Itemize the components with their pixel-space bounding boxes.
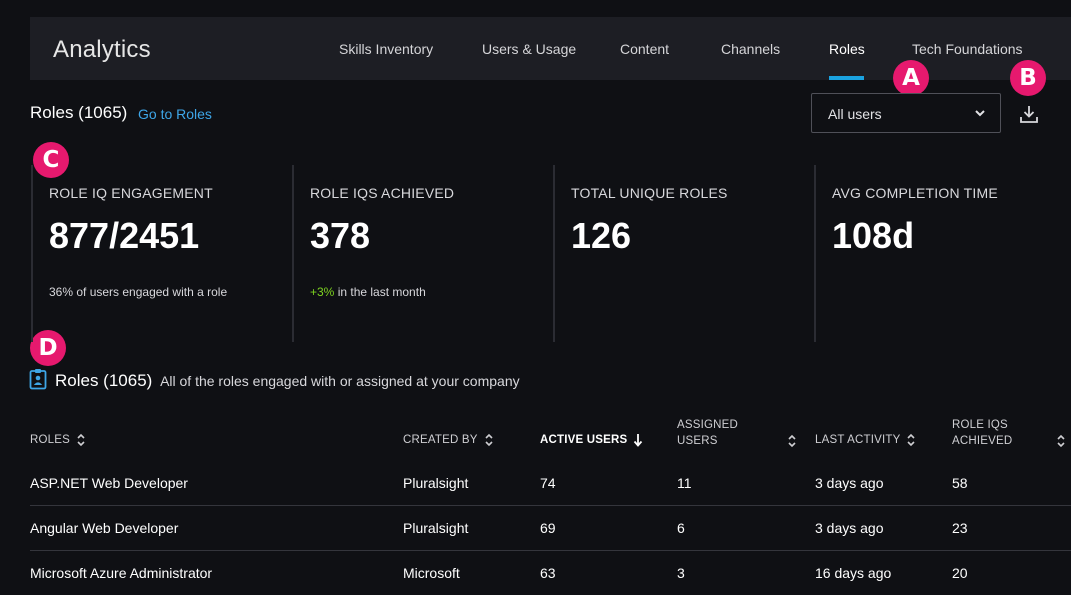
column-header-label: CREATED BY (403, 434, 478, 446)
active-tab-indicator (829, 76, 864, 80)
cell-role-iqs: 23 (952, 520, 968, 536)
stat-label: AVG COMPLETION TIME (832, 185, 998, 201)
stat-subtext-rest: in the last month (334, 285, 426, 299)
column-header-role-iqs-achieved[interactable]: ROLE IQS ACHIEVED (952, 417, 1071, 449)
sort-icon (788, 434, 796, 448)
cell-assigned-users: 11 (677, 475, 692, 491)
user-filter-value: All users (828, 106, 882, 122)
cell-role: Angular Web Developer (30, 520, 179, 536)
stat-value: 126 (571, 215, 632, 256)
column-header-roles[interactable]: ROLES (30, 433, 86, 447)
stat-label: ROLE IQ ENGAGEMENT (49, 185, 213, 201)
cell-last-activity: 3 days ago (815, 520, 884, 536)
cell-active-users: 63 (540, 565, 556, 581)
chevron-down-icon (975, 110, 985, 117)
table-row[interactable]: Angular Web Developer Pluralsight 69 6 3… (30, 506, 1071, 551)
stat-subtext: +3% in the last month (310, 285, 426, 299)
sort-icon (1057, 434, 1065, 448)
stat-role-iqs-achieved: ROLE IQS ACHIEVED 378 +3% in the last mo… (292, 165, 552, 342)
column-header-label: ACHIEVED (952, 435, 1013, 447)
stat-label: TOTAL UNIQUE ROLES (571, 185, 728, 201)
cell-created-by: Microsoft (403, 565, 460, 581)
column-header-label: ROLE IQS (952, 419, 1008, 431)
go-to-roles-link[interactable]: Go to Roles (138, 106, 212, 122)
roles-table-title: Roles (1065) (55, 371, 153, 390)
roles-table-heading: Roles (1065) All of the roles engaged wi… (55, 371, 520, 391)
cell-role-iqs: 20 (952, 565, 968, 581)
column-header-label: ROLES (30, 434, 70, 446)
cell-created-by: Pluralsight (403, 520, 469, 536)
id-badge-icon (29, 369, 47, 390)
cell-active-users: 69 (540, 520, 556, 536)
user-filter-select[interactable]: All users (811, 93, 1001, 133)
stat-value: 378 (310, 215, 371, 256)
table-row[interactable]: Microsoft Azure Administrator Microsoft … (30, 551, 1071, 595)
cell-assigned-users: 3 (677, 565, 685, 581)
column-header-label: LAST ACTIVITY (815, 434, 901, 446)
tab-roles[interactable]: Roles (829, 41, 865, 57)
section-title: Roles (1065) (30, 103, 128, 122)
sort-icon (485, 433, 493, 447)
app-title: Analytics (53, 36, 151, 63)
column-header-label: ACTIVE USERS (540, 434, 628, 446)
stat-value: 877/2451 (49, 215, 200, 256)
tab-channels[interactable]: Channels (721, 41, 780, 57)
callout-badge-b: B (1010, 60, 1046, 96)
tab-tech-foundations[interactable]: Tech Foundations (912, 41, 1023, 57)
cell-assigned-users: 6 (677, 520, 685, 536)
stat-avg-completion-time: AVG COMPLETION TIME 108d (814, 165, 1071, 342)
tab-users-usage[interactable]: Users & Usage (482, 41, 576, 57)
cell-role: ASP.NET Web Developer (30, 475, 188, 491)
tab-skills-inventory[interactable]: Skills Inventory (339, 41, 433, 57)
cell-active-users: 74 (540, 475, 556, 491)
stat-change-positive: +3% (310, 285, 335, 299)
sort-icon (907, 433, 916, 447)
cell-created-by: Pluralsight (403, 475, 469, 491)
column-header-created-by[interactable]: CREATED BY (403, 433, 494, 447)
stat-role-iq-engagement: ROLE IQ ENGAGEMENT 877/2451 36% of users… (31, 165, 291, 342)
cell-role-iqs: 58 (952, 475, 968, 491)
column-header-label: ASSIGNED (677, 419, 739, 431)
callout-badge-a: A (893, 60, 929, 96)
download-icon[interactable] (1018, 104, 1040, 124)
roles-table-description: All of the roles engaged with or assigne… (160, 373, 520, 389)
table-row[interactable]: ASP.NET Web Developer Pluralsight 74 11 … (30, 461, 1071, 506)
cell-last-activity: 3 days ago (815, 475, 884, 491)
cell-role: Microsoft Azure Administrator (30, 565, 213, 581)
stat-subtext: 36% of users engaged with a role (49, 285, 228, 299)
cell-last-activity: 16 days ago (815, 565, 892, 581)
stat-value: 108d (832, 215, 915, 256)
column-header-last-activity[interactable]: LAST ACTIVITY (815, 433, 916, 447)
tab-content[interactable]: Content (620, 41, 669, 57)
stat-total-unique-roles: TOTAL UNIQUE ROLES 126 (553, 165, 813, 342)
sort-icon (77, 433, 85, 447)
column-header-assigned-users[interactable]: ASSIGNED USERS (677, 417, 796, 449)
stat-label: ROLE IQS ACHIEVED (310, 185, 455, 201)
arrow-down-icon (634, 434, 643, 447)
column-header-active-users[interactable]: ACTIVE USERS (540, 433, 643, 447)
column-header-label: USERS (677, 435, 718, 447)
